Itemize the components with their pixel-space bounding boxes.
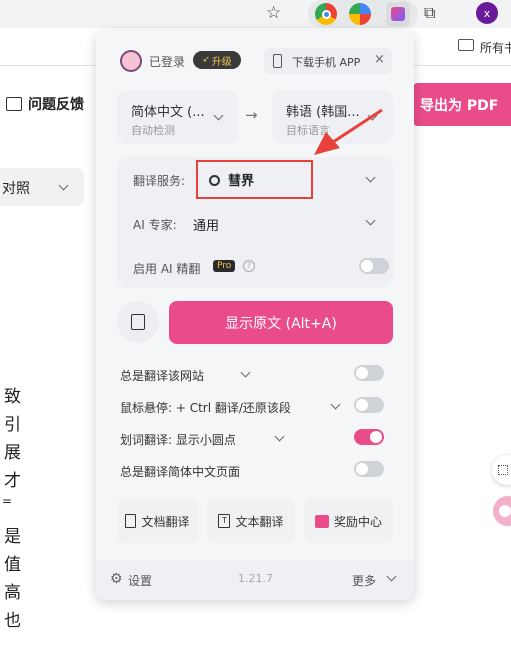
ai-expert-value: 通用 xyxy=(193,219,220,234)
option-label: 总是翻译简体中文页面 xyxy=(120,465,241,479)
chat-icon xyxy=(6,97,22,111)
chevron-down-icon[interactable] xyxy=(240,367,251,378)
bookmark-folder-label[interactable]: 所有书 xyxy=(480,39,511,56)
user-avatar[interactable] xyxy=(120,50,142,72)
compare-label: 对照 xyxy=(2,181,30,197)
tool-label: 文本翻译 xyxy=(235,514,284,529)
settings-label[interactable]: 设置 xyxy=(128,572,152,589)
ai-refine-label: 启用 AI 精翻 xyxy=(133,262,201,276)
compare-select[interactable]: 对照 xyxy=(0,168,84,206)
folder-icon xyxy=(458,39,474,51)
translate-ball-icon xyxy=(499,505,511,517)
option-row: 划词翻译: 显示小圆点 xyxy=(120,429,390,449)
close-icon[interactable]: × xyxy=(374,52,385,67)
chevron-down-icon[interactable] xyxy=(330,399,341,410)
page-translate-icon-button[interactable] xyxy=(117,301,159,343)
ai-expert-select[interactable]: 通用 xyxy=(193,209,393,237)
ai-expert-label: AI 专家: xyxy=(133,218,177,232)
bookmark-star-icon[interactable]: ☆ xyxy=(266,3,281,23)
option-row: 鼠标悬停: + Ctrl 翻译/还原该段 xyxy=(120,397,390,417)
login-status: 已登录 xyxy=(149,55,186,69)
chevron-down-icon xyxy=(58,180,69,191)
grid-widget[interactable] xyxy=(492,455,511,485)
popup-footer: ⚙ 设置 1.21.7 更多 xyxy=(96,560,414,600)
text-icon: T xyxy=(218,514,231,528)
translate-page-icon xyxy=(131,314,145,330)
help-icon[interactable]: ? xyxy=(243,260,255,272)
upgrade-badge[interactable]: ➶ 升级 xyxy=(193,51,241,69)
chrome-ext-icon[interactable] xyxy=(315,3,337,25)
always-translate-site-toggle[interactable] xyxy=(354,365,384,381)
document-translate-button[interactable]: 文档翻译 xyxy=(117,499,198,543)
chevron-down-icon xyxy=(365,215,376,226)
option-label: 鼠标悬停: + Ctrl 翻译/还原该段 xyxy=(120,401,291,415)
feedback-link[interactable]: 问题反馈 xyxy=(6,94,84,114)
chevron-down-icon[interactable] xyxy=(274,431,285,442)
show-original-label: 显示原文 (Alt+A) xyxy=(225,315,337,332)
translate-floating-ball[interactable] xyxy=(493,496,511,526)
download-app-label: 下载手机 APP xyxy=(292,56,361,69)
source-language-select[interactable]: 简体中文 (... 自动检测 xyxy=(117,90,238,144)
tool-label: 奖励中心 xyxy=(333,514,382,529)
ai-refine-toggle[interactable] xyxy=(359,258,389,274)
settings-gear-icon[interactable]: ⚙ xyxy=(110,571,123,587)
translator-ext-icon[interactable] xyxy=(386,2,410,26)
puzzle-icon[interactable]: ⧉ xyxy=(424,3,435,23)
chevron-down-icon xyxy=(365,172,376,183)
upgrade-label: 升级 xyxy=(211,56,232,68)
arrow-right-icon: → xyxy=(245,106,258,124)
pro-badge: Pro xyxy=(213,260,236,272)
rewards-center-button[interactable]: 奖励中心 xyxy=(304,499,393,543)
source-lang-label: 简体中文 (... xyxy=(131,105,205,120)
text-translate-button[interactable]: T 文本翻译 xyxy=(207,499,295,543)
show-original-button[interactable]: 显示原文 (Alt+A) xyxy=(169,301,393,344)
media-ext-icon[interactable] xyxy=(349,3,371,25)
source-lang-sub: 自动检测 xyxy=(131,124,175,137)
option-row: 总是翻译简体中文页面 xyxy=(120,461,390,481)
option-label: 总是翻译该网站 xyxy=(120,369,205,383)
profile-avatar[interactable]: x xyxy=(476,2,498,24)
always-translate-chinese-toggle[interactable] xyxy=(354,461,384,477)
export-pdf-button[interactable]: 导出为 PDF xyxy=(412,83,511,126)
grid-icon xyxy=(498,465,508,475)
option-label: 划词翻译: 显示小圆点 xyxy=(120,433,236,447)
more-label[interactable]: 更多 xyxy=(352,572,376,589)
download-app-chip[interactable]: 下载手机 APP × xyxy=(264,48,392,74)
selection-translate-toggle[interactable] xyxy=(354,429,384,445)
annotation-arrow xyxy=(314,108,383,155)
hover-translate-toggle[interactable] xyxy=(354,397,384,413)
chevron-down-icon xyxy=(213,110,224,121)
export-label: 导出为 PDF xyxy=(420,97,499,114)
translate-service-label: 翻译服务: xyxy=(133,174,186,188)
option-row: 总是翻译该网站 xyxy=(120,365,390,385)
gift-icon xyxy=(314,514,329,528)
browser-toolbar: ☆ ⧉ x xyxy=(0,0,511,28)
chevron-down-icon[interactable] xyxy=(386,571,397,582)
document-icon xyxy=(125,514,137,528)
tool-label: 文档翻译 xyxy=(141,514,190,529)
phone-icon xyxy=(273,54,282,68)
version-label: 1.21.7 xyxy=(238,572,273,585)
feedback-label: 问题反馈 xyxy=(28,97,84,113)
rocket-icon: ➶ xyxy=(202,55,210,65)
highlight-box xyxy=(196,160,313,199)
